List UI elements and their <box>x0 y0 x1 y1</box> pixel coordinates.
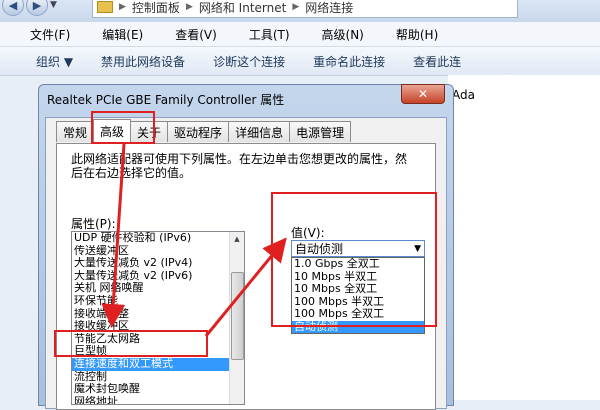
back-icon[interactable]: ◀ <box>2 0 24 16</box>
breadcrumb-item[interactable]: 控制面板 <box>132 0 180 16</box>
close-button[interactable]: ✕ <box>401 84 445 104</box>
disable-device-button[interactable]: 禁用此网络设备 <box>87 53 199 70</box>
forward-icon[interactable]: ▶ <box>26 0 48 16</box>
command-bar: 组织 ▼ 禁用此网络设备 诊断这个连接 重命名此连接 查看此连 <box>0 47 600 76</box>
menu-view[interactable]: 查看(V) <box>151 26 225 43</box>
organize-button[interactable]: 组织 ▼ <box>0 53 87 70</box>
property-item[interactable]: 魔术封包唤醒 <box>72 383 244 396</box>
rename-button[interactable]: 重命名此连接 <box>299 53 399 70</box>
explorer-topbar: ◀ ▶ ▼ ▶ 控制面板 ▶ 网络和 Internet ▶ 网络连接 <box>0 0 600 22</box>
property-item[interactable]: 网络地址 <box>72 396 244 404</box>
annotation-box-value <box>271 192 437 327</box>
property-item[interactable]: 大量传送减负 v2 (IPv4) <box>72 257 244 270</box>
tab-power-management[interactable]: 电源管理 <box>289 121 352 142</box>
scroll-up-icon[interactable]: ▲ <box>230 232 244 246</box>
property-listbox[interactable]: UDP 硬件校验和 (IPv6) 传送缓冲区 大量传送减负 v2 (IPv4) … <box>71 231 245 405</box>
chevron-right-icon: ▶ <box>119 2 126 12</box>
property-item[interactable]: 接收端调整 <box>72 308 244 321</box>
property-item[interactable]: 大量传送减负 v2 (IPv6) <box>72 270 244 283</box>
menu-advanced[interactable]: 高级(N) <box>298 26 372 43</box>
scrollbar-thumb[interactable] <box>231 272 244 360</box>
dialog-title: Realtek PCIe GBE Family Controller 属性 <box>47 93 285 107</box>
diagnose-button[interactable]: 诊断这个连接 <box>199 53 299 70</box>
chevron-right-icon: ▶ <box>185 2 193 12</box>
menu-edit[interactable]: 编辑(E) <box>78 26 151 43</box>
explorer-content-area <box>448 75 600 400</box>
folder-icon <box>97 1 113 13</box>
property-item[interactable]: 关机 网络唤醒 <box>72 282 244 295</box>
menu-bar: 文件(F) 编辑(E) 查看(V) 工具(T) 高级(N) 帮助(H) <box>0 22 600 47</box>
property-item[interactable]: UDP 硬件校验和 (IPv6) <box>72 232 244 245</box>
address-bar[interactable]: ▶ 控制面板 ▶ 网络和 Internet ▶ 网络连接 <box>92 0 518 18</box>
breadcrumb-item[interactable]: 网络和 Internet <box>199 0 286 16</box>
property-label: 属性(P): <box>71 217 116 231</box>
annotation-box-property <box>54 330 208 357</box>
breadcrumb-item[interactable]: 网络连接 <box>305 0 353 16</box>
property-item[interactable]: 流控制 <box>72 371 244 384</box>
property-item[interactable]: 传送缓冲区 <box>72 245 244 258</box>
adapter-name-partial: Ada <box>452 88 475 102</box>
description-text: 此网络适配器可使用下列属性。在左边单击您想更改的属性，然后在右边选择它的值。 <box>71 152 408 180</box>
chevron-right-icon: ▶ <box>292 2 300 12</box>
menu-help[interactable]: 帮助(H) <box>372 26 446 43</box>
tab-general[interactable]: 常规 <box>56 121 95 142</box>
annotation-box-advanced-tab <box>91 111 155 144</box>
property-list-scrollbar[interactable]: ▲ <box>229 232 244 404</box>
history-dropdown-icon[interactable]: ▼ <box>50 0 57 10</box>
menu-file[interactable]: 文件(F) <box>0 26 78 43</box>
tab-driver[interactable]: 驱动程序 <box>167 121 230 142</box>
property-item-selected[interactable]: 连接速度和双工模式 <box>72 357 244 371</box>
menu-tools[interactable]: 工具(T) <box>225 26 298 43</box>
view-status-button[interactable]: 查看此连 <box>399 53 475 70</box>
tab-details[interactable]: 详细信息 <box>228 121 291 142</box>
property-item[interactable]: 环保节能 <box>72 295 244 308</box>
